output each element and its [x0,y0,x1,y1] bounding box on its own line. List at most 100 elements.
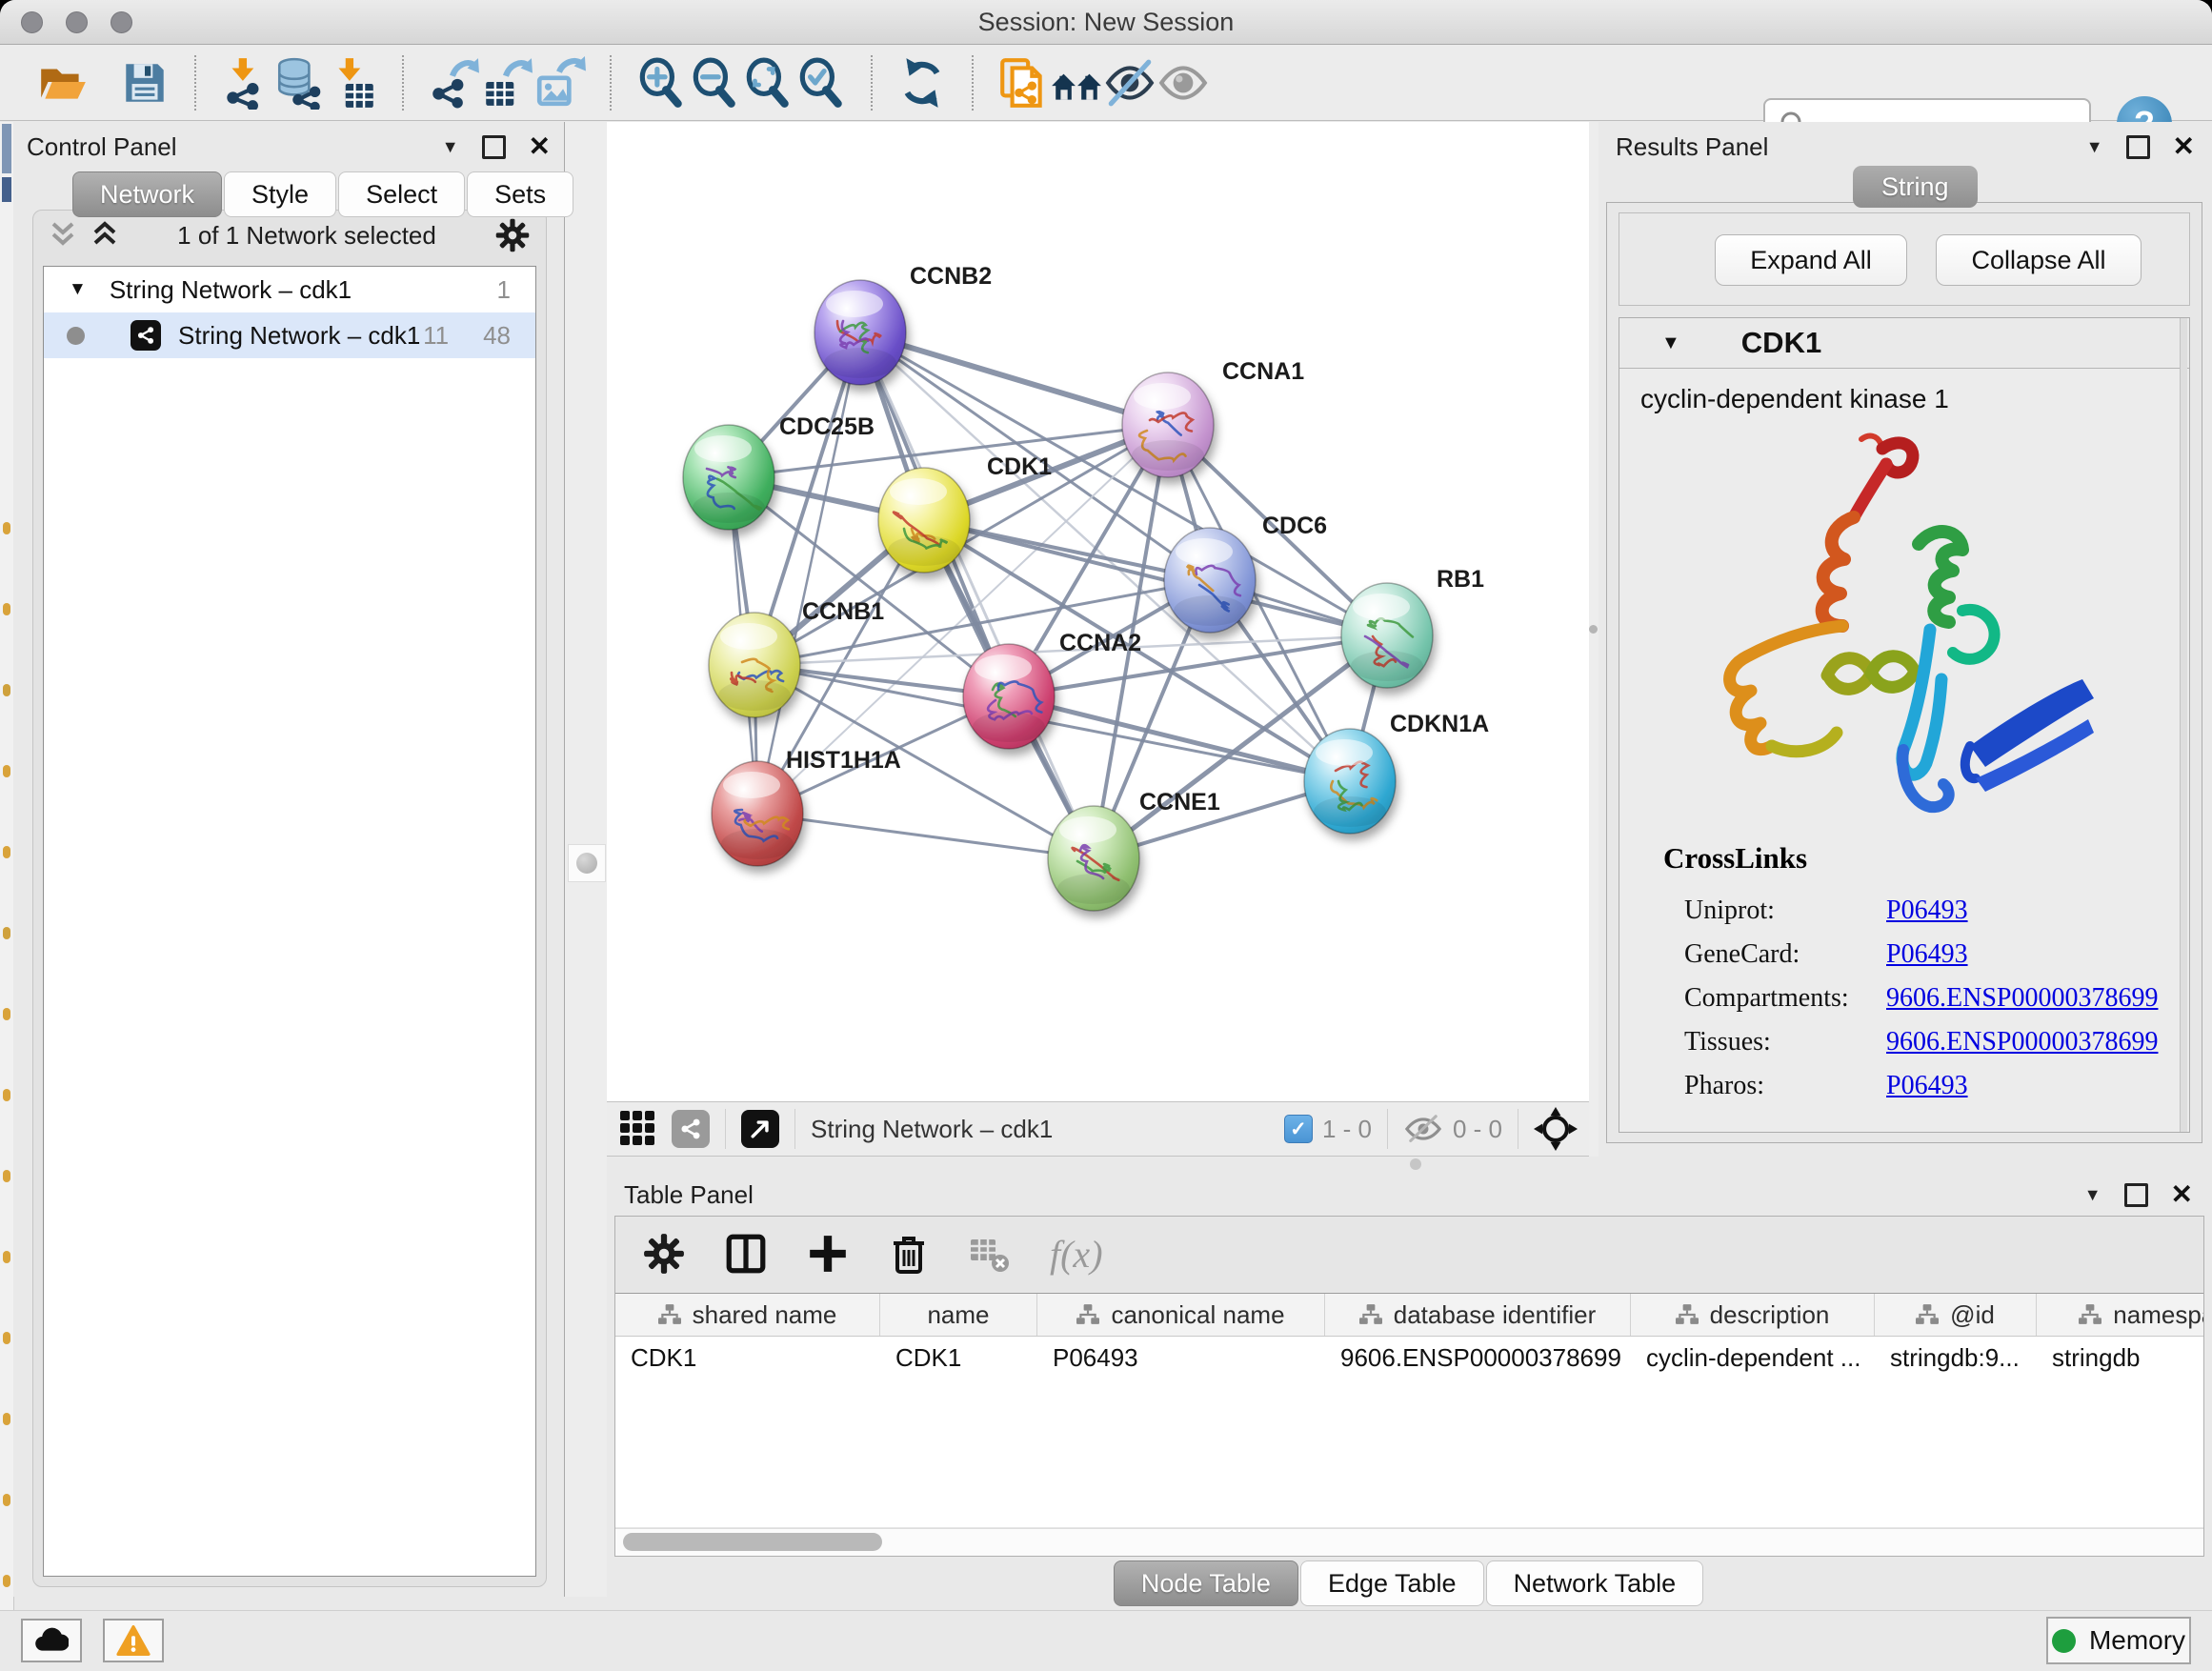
panel-menu-icon[interactable]: ▼ [2084,1185,2101,1205]
export-image-icon[interactable] [533,56,587,110]
network-node-RB1[interactable] [1341,583,1433,688]
eye-icon[interactable] [1156,56,1210,110]
delete-icon[interactable] [888,1232,930,1276]
zoom-in-icon[interactable] [634,56,688,110]
panel-float-icon[interactable] [482,135,506,159]
homes-icon[interactable] [1050,56,1103,110]
export-network-icon[interactable] [427,56,480,110]
table-cell[interactable]: 9606.ENSP00000378699 [1325,1337,1631,1379]
cloud-button[interactable] [21,1619,82,1662]
network-node-CCNB1[interactable] [709,613,800,717]
tab-node-table[interactable]: Node Table [1114,1560,1298,1606]
document-share-icon[interactable] [996,56,1050,110]
network-node-HIST1H1A[interactable] [712,761,803,866]
panel-close-icon[interactable]: ✕ [529,133,551,160]
horizontal-scrollbar[interactable] [615,1528,2203,1556]
column-header-@id[interactable]: @id [1875,1294,2037,1336]
network-node-CCNE1[interactable] [1048,806,1139,911]
network-node-CCNA1[interactable] [1122,372,1214,477]
results-scrollbar[interactable] [2180,318,2187,1132]
expand-all-icon[interactable] [90,220,119,251]
network-tree-root-row[interactable]: ▼ String Network – cdk1 1 [44,267,535,312]
table-cell[interactable]: CDK1 [615,1337,880,1379]
table-cell[interactable]: CDK1 [880,1337,1037,1379]
gear-icon[interactable] [494,217,531,253]
column-header-canonical-name[interactable]: canonical name [1037,1294,1325,1336]
import-table-icon[interactable] [326,56,379,110]
zoom-fit-icon[interactable] [741,56,794,110]
table-cell[interactable]: cyclin-dependent ... [1631,1337,1875,1379]
edge-CCNB2-CCNE1[interactable] [860,332,1094,858]
network-icon [131,320,161,351]
panel-float-icon[interactable] [2126,135,2150,159]
tab-edge-table[interactable]: Edge Table [1300,1560,1484,1606]
column-header-database-identifier[interactable]: database identifier [1325,1294,1631,1336]
columns-icon[interactable] [724,1232,768,1276]
panel-menu-icon[interactable]: ▼ [442,137,459,157]
network-node-CDC25B[interactable] [683,425,774,530]
edge-CCNB2-CCNA1[interactable] [860,332,1168,425]
open-folder-icon[interactable] [36,56,90,110]
panel-close-icon[interactable]: ✕ [2171,1181,2193,1208]
network-canvas[interactable]: CCNB2CCNA1CDC25BCDK1CDC6RB1CCNB1CCNA2CDK… [607,122,1589,1101]
save-icon[interactable] [118,56,171,110]
collapse-section-icon[interactable]: ▼ [1661,332,1680,354]
import-database-icon[interactable] [272,56,326,110]
left-splitter[interactable] [564,122,608,1597]
table-cell[interactable]: stringdb:9... [1875,1337,2037,1379]
panel-menu-icon[interactable]: ▼ [2086,137,2103,157]
tab-network[interactable]: Network [72,171,222,217]
open-external-icon[interactable] [741,1110,779,1148]
network-node-CCNB2[interactable] [814,280,906,385]
refresh-icon[interactable] [895,56,949,110]
zoom-out-icon[interactable] [688,56,741,110]
tab-network-table[interactable]: Network Table [1486,1560,1704,1606]
crosshair-icon[interactable] [1534,1107,1578,1151]
expand-all-button[interactable]: Expand All [1715,234,1907,286]
zoom-selected-icon[interactable] [794,56,848,110]
tab-string[interactable]: String [1853,166,1978,208]
column-header-namespace[interactable]: namespace [2037,1294,2203,1336]
right-splitter[interactable] [1589,122,1599,1157]
crosslink-link[interactable]: 9606.ENSP00000378699 [1886,983,2158,1014]
network-node-CDKN1A[interactable] [1304,729,1396,834]
grid-icon[interactable] [618,1109,658,1149]
horizontal-splitter[interactable] [607,1157,2212,1172]
network-tree-child-row[interactable]: String Network – cdk1 11 48 [44,312,535,358]
share-icon[interactable] [672,1110,710,1148]
table-cell[interactable]: stringdb [2037,1337,2203,1379]
add-column-icon[interactable] [806,1232,850,1276]
column-header-description[interactable]: description [1631,1294,1875,1336]
gear-icon[interactable] [642,1232,686,1276]
table-cell[interactable]: P06493 [1037,1337,1325,1379]
column-header-shared-name[interactable]: shared name [615,1294,880,1336]
network-node-CCNA2[interactable] [963,644,1055,749]
network-selection-status: 1 of 1 Network selected [119,221,494,251]
panel-float-icon[interactable] [2124,1183,2148,1207]
edge-CCNB2-HIST1H1A[interactable] [757,332,860,814]
tree-collapse-icon[interactable]: ▼ [69,279,87,300]
tab-sets[interactable]: Sets [467,171,573,217]
memory-button[interactable]: Memory [2046,1617,2191,1664]
tab-style[interactable]: Style [224,171,336,217]
eye-slash-icon[interactable] [1103,56,1156,110]
splitter-handle[interactable] [568,844,606,882]
crosslink-link[interactable]: P06493 [1886,1071,1968,1101]
column-header-name[interactable]: name [880,1294,1037,1336]
tab-select[interactable]: Select [338,171,465,217]
export-table-icon[interactable] [480,56,533,110]
collapse-all-button[interactable]: Collapse All [1936,234,2142,286]
gene-section-header[interactable]: ▼ CDK1 [1619,318,2189,369]
panel-close-icon[interactable]: ✕ [2173,133,2195,160]
network-node-CDC6[interactable] [1164,528,1256,633]
crosslink-link[interactable]: P06493 [1886,939,1968,970]
warning-button[interactable] [103,1619,164,1662]
scrollbar-thumb[interactable] [623,1533,882,1551]
import-network-icon[interactable] [219,56,272,110]
edge-HIST1H1A-CCNE1[interactable] [757,814,1094,858]
collapse-all-icon[interactable] [49,220,77,251]
network-node-CDK1[interactable] [878,468,970,573]
checkbox-icon[interactable]: ✓ [1284,1115,1313,1143]
crosslink-link[interactable]: P06493 [1886,896,1968,926]
crosslink-link[interactable]: 9606.ENSP00000378699 [1886,1027,2158,1057]
